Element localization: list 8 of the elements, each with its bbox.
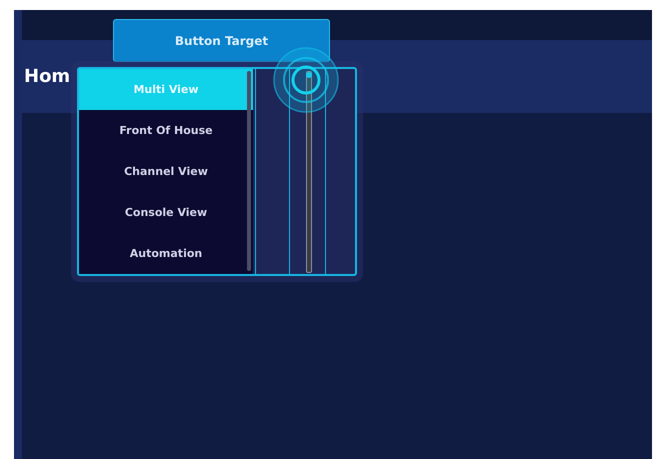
dropdown-item[interactable]: Front Of House [79, 110, 253, 151]
slider-track[interactable] [306, 71, 312, 273]
dropdown-item[interactable]: Automation [79, 233, 253, 274]
page-title: Hom [24, 66, 70, 87]
dropdown-item[interactable]: Channel View [79, 151, 253, 192]
scrollbar[interactable] [247, 71, 251, 271]
slider-thumb[interactable] [306, 72, 312, 78]
dropdown-item[interactable]: Console View [79, 192, 253, 233]
